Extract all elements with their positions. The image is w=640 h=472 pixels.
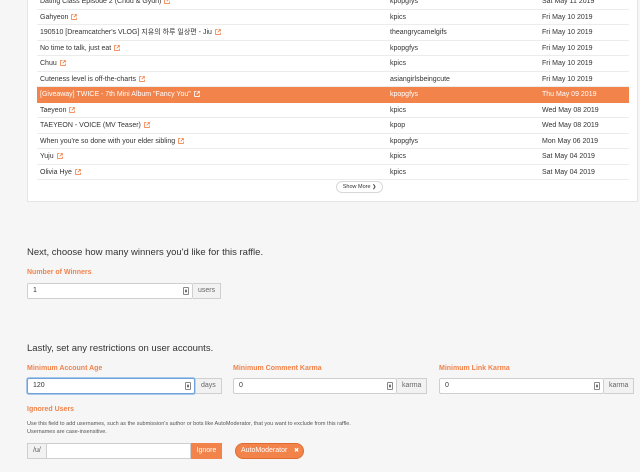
submission-subreddit: asiangirlsbeingcute: [390, 75, 450, 83]
account-age-input[interactable]: 120: [27, 378, 195, 394]
submission-subreddit: kpop: [390, 122, 406, 129]
external-link-icon[interactable]: [75, 168, 81, 175]
submission-date: Fri May 10 2019: [542, 75, 593, 83]
submission-date: Sat May 04 2019: [542, 168, 595, 176]
submission-date: Fri May 10 2019: [542, 29, 593, 36]
stepper-icon[interactable]: [183, 287, 189, 295]
submission-title[interactable]: Olivia Hye: [40, 165, 81, 180]
username-input[interactable]: [47, 443, 191, 459]
external-link-icon[interactable]: [59, 60, 66, 66]
submission-subreddit: kpics: [390, 106, 406, 114]
winners-unit: users: [193, 283, 222, 299]
stepper-icon[interactable]: [387, 382, 393, 390]
submission-title[interactable]: 190510 [Dreamcatcher's VLOG] 지유의 하루 일상편 …: [40, 25, 221, 40]
submission-subreddit: kpopgfys: [390, 44, 419, 52]
external-link-icon[interactable]: [69, 106, 76, 113]
submissions-card: Dating Class Episode 2 (Chuu & Gyuri) kpo…: [27, 0, 638, 202]
external-link-icon[interactable]: [71, 13, 78, 20]
submission-date: Wed May 08 2019: [542, 122, 599, 129]
link-karma-label: Minimum Link Karma: [439, 365, 510, 372]
submission-subreddit: kpics: [390, 168, 406, 176]
table-row[interactable]: Yuju kpics Sat May 04 2019: [37, 149, 629, 165]
submission-subreddit: kpics: [390, 60, 406, 67]
external-link-icon[interactable]: [139, 75, 145, 82]
external-link-icon[interactable]: [193, 91, 200, 97]
ignored-users-note: Usernames are case-insensitive.: [27, 429, 107, 435]
submission-subreddit: kpics: [390, 13, 406, 21]
table-row[interactable]: Chuu kpics Fri May 10 2019: [37, 56, 629, 72]
external-link-icon[interactable]: [164, 0, 171, 4]
ignored-user-tag: AutoModerator ✖: [236, 444, 303, 458]
table-row[interactable]: [Giveaway] TWICE - 7th Mini Album "Fancy…: [37, 87, 629, 103]
link-karma-input[interactable]: 0: [439, 378, 604, 394]
table-row[interactable]: TAEYEON - VOICE (MV Teaser) kpop Wed May 0…: [37, 118, 629, 134]
submission-date: Thu May 09 2019: [542, 91, 597, 98]
table-row[interactable]: Taeyeon kpics Wed May 08 2019: [37, 103, 629, 118]
table-row[interactable]: When you're so done with your elder sibl…: [37, 134, 629, 149]
submission-date: Fri May 10 2019: [542, 44, 593, 52]
winners-input[interactable]: 1: [27, 283, 193, 299]
account-age-unit: days: [195, 378, 222, 394]
chevron-down-icon: ❯: [372, 184, 377, 190]
external-link-icon[interactable]: [215, 29, 221, 35]
external-link-icon[interactable]: [144, 122, 150, 128]
winners-label: Number of Winners: [27, 269, 92, 276]
comment-karma-label: Minimum Comment Karma: [233, 365, 322, 372]
submission-subreddit: kpopgfys: [390, 0, 419, 5]
table-row[interactable]: Cuteness level is off-the-charts asiangir…: [37, 72, 629, 87]
external-link-icon[interactable]: [178, 137, 185, 144]
remove-tag-icon[interactable]: ✖: [294, 444, 299, 458]
submission-title[interactable]: Cuteness level is off-the-charts: [40, 72, 145, 87]
submission-title[interactable]: Yuju: [40, 149, 63, 164]
submission-title[interactable]: Taeyeon: [40, 103, 76, 118]
comment-karma-unit: karma: [397, 378, 428, 394]
submission-date: Wed May 08 2019: [542, 106, 599, 114]
table-row[interactable]: Gahyeon kpics Fri May 10 2019: [37, 10, 629, 25]
submission-title[interactable]: Gahyeon: [40, 10, 78, 25]
submission-title[interactable]: [Giveaway] TWICE - 7th Mini Album "Fancy…: [40, 87, 200, 102]
table-row[interactable]: No time to talk, just eat kpopgfys Fri May…: [37, 41, 629, 56]
submissions-list: Dating Class Episode 2 (Chuu & Gyuri) kpo…: [37, 0, 629, 180]
ignore-button[interactable]: Ignore: [191, 443, 222, 459]
restrictions-heading: Lastly, set any restrictions on user acc…: [27, 343, 214, 354]
link-karma-unit: karma: [604, 378, 635, 394]
ignored-users-label: Ignored Users: [27, 406, 75, 413]
account-age-label: Minimum Account Age: [27, 365, 103, 372]
stepper-icon[interactable]: [594, 382, 600, 390]
submission-title[interactable]: When you're so done with your elder sibl…: [40, 134, 185, 149]
table-row[interactable]: Olivia Hye kpics Sat May 04 2019: [37, 165, 629, 180]
show-more-button[interactable]: Show More ❯: [336, 181, 383, 193]
submission-title[interactable]: TAEYEON - VOICE (MV Teaser): [40, 118, 150, 133]
submission-subreddit: theangrycamelgifs: [390, 29, 447, 36]
submission-date: Fri May 10 2019: [542, 13, 593, 21]
winners-heading: Next, choose how many winners you'd like…: [27, 247, 264, 258]
stepper-icon[interactable]: [185, 382, 191, 390]
submission-date: Fri May 10 2019: [542, 60, 593, 67]
submission-date: Sat May 04 2019: [542, 153, 595, 160]
submission-title[interactable]: Chuu: [40, 56, 66, 71]
submission-title[interactable]: No time to talk, just eat: [40, 41, 121, 56]
table-row[interactable]: Dating Class Episode 2 (Chuu & Gyuri) kpo…: [37, 0, 629, 10]
submission-title[interactable]: Dating Class Episode 2 (Chuu & Gyuri): [40, 0, 171, 9]
submission-date: Mon May 06 2019: [542, 137, 599, 145]
external-link-icon[interactable]: [56, 153, 63, 159]
external-link-icon[interactable]: [114, 44, 121, 51]
comment-karma-input[interactable]: 0: [233, 378, 397, 394]
submission-date: Sat May 11 2019: [542, 0, 595, 5]
username-prefix: /u/: [27, 443, 47, 459]
submission-subreddit: kpics: [390, 153, 406, 160]
submission-subreddit: kpopgfys: [390, 91, 419, 98]
ignored-users-help: Use this field to add usernames, such as…: [27, 421, 351, 427]
submission-subreddit: kpopgfys: [390, 137, 419, 145]
table-row[interactable]: 190510 [Dreamcatcher's VLOG] 지유의 하루 일상편 …: [37, 25, 629, 41]
